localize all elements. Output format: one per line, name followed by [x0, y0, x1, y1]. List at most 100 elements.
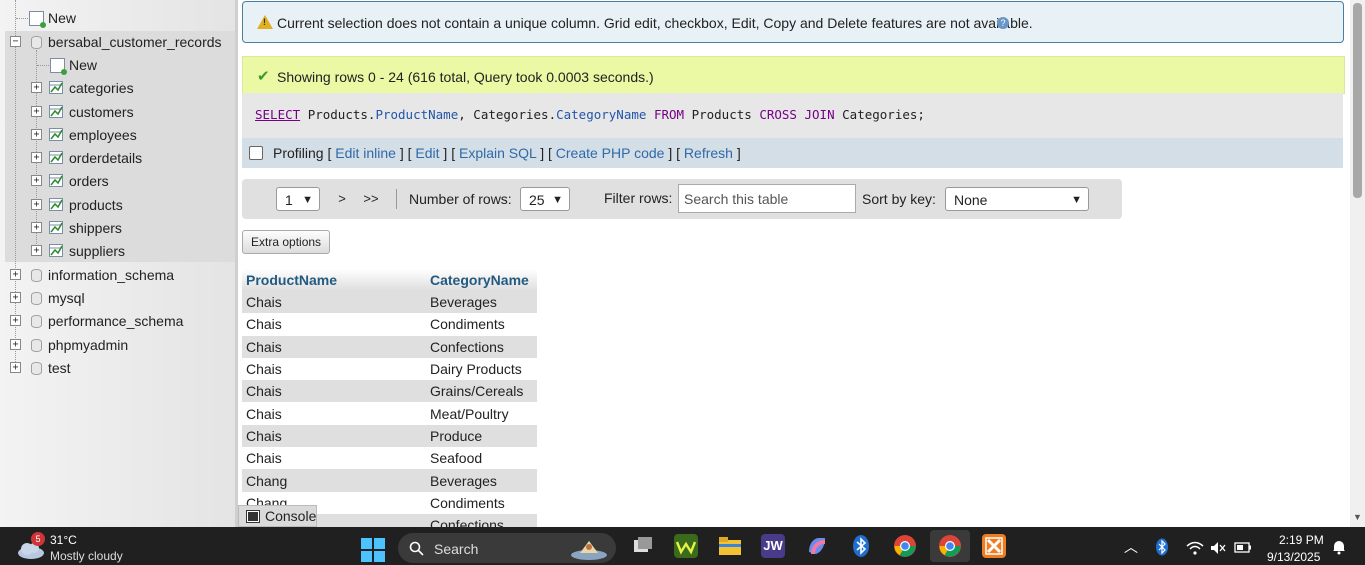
explain-sql-link[interactable]: Explain SQL	[459, 145, 536, 161]
notifications-icon[interactable]	[1331, 539, 1347, 555]
tree-item-table-orderdetails[interactable]: + orderdetails	[0, 147, 235, 169]
xampp-icon[interactable]	[982, 534, 1006, 558]
expand-icon[interactable]: +	[31, 175, 42, 186]
expand-icon[interactable]: +	[10, 339, 21, 350]
tree-item-table-products[interactable]: + products	[0, 194, 235, 216]
filter-rows-input[interactable]	[678, 184, 856, 213]
tree-item-database-mysql[interactable]: + mysql	[0, 287, 235, 309]
help-icon[interactable]: ?	[997, 17, 1009, 29]
tree-item-label: shippers	[69, 220, 122, 236]
battery-icon[interactable]	[1234, 541, 1252, 554]
edit-link[interactable]: Edit	[415, 145, 439, 161]
scroll-down-icon[interactable]: ▼	[1353, 512, 1362, 522]
expand-icon[interactable]: +	[31, 222, 42, 233]
tree-item-table-orders[interactable]: + orders	[0, 170, 235, 192]
taskbar-search[interactable]: Search	[398, 533, 616, 563]
table-cell: Chais	[246, 450, 282, 467]
file-explorer-icon[interactable]	[718, 534, 742, 558]
tree-item-label: phpmyadmin	[48, 337, 129, 353]
extra-options-button[interactable]: Extra options	[242, 230, 331, 254]
table-icon	[49, 128, 63, 141]
table-cell: Condiments	[430, 494, 505, 511]
tree-item-table-employees[interactable]: + employees	[0, 124, 235, 146]
tree-item-database-bersabal[interactable]: − bersabal_customer_records	[0, 31, 235, 53]
table-icon	[49, 174, 63, 187]
sql-keyword-cross: CROSS	[759, 107, 797, 122]
taskbar: 5 31°C Mostly cloudy Search JW ︿ 2:19 PM…	[0, 527, 1365, 565]
expand-icon[interactable]: +	[10, 315, 21, 326]
create-php-code-link[interactable]: Create PHP code	[556, 145, 665, 161]
expand-icon[interactable]: +	[31, 199, 42, 210]
weather-description[interactable]: Mostly cloudy	[50, 549, 123, 563]
table-row: Chais Meat/Poultry	[242, 402, 537, 424]
navigation-tree: New − bersabal_customer_records New + ca…	[0, 0, 235, 527]
copilot-icon[interactable]	[805, 534, 829, 558]
sql-table: Categories	[473, 107, 549, 122]
clock-time[interactable]: 2:19 PM	[1279, 533, 1324, 547]
next-page-button[interactable]: >	[330, 186, 354, 212]
chrome-icon[interactable]	[893, 534, 917, 558]
sql-table: Products	[691, 107, 752, 122]
expand-icon[interactable]: +	[31, 152, 42, 163]
expand-icon[interactable]: +	[31, 82, 42, 93]
console-icon	[246, 510, 260, 523]
page-select[interactable]: 1 ▼	[276, 187, 320, 211]
tree-item-table-suppliers[interactable]: + suppliers	[0, 240, 235, 262]
database-icon	[31, 36, 42, 49]
warning-text: Current selection does not contain a uni…	[277, 15, 1033, 31]
sort-key-select[interactable]: None ▼	[945, 187, 1089, 211]
expand-icon[interactable]: +	[31, 106, 42, 117]
column-header-productname[interactable]: ProductName	[242, 269, 426, 291]
tree-item-database-information-schema[interactable]: + information_schema	[0, 264, 235, 286]
expand-icon[interactable]: +	[10, 362, 21, 373]
tree-item-table-new[interactable]: New	[0, 54, 235, 76]
table-cell: Grains/Cereals	[426, 380, 537, 403]
chrome-profile-icon[interactable]	[930, 530, 970, 562]
wamp-icon[interactable]	[674, 534, 698, 558]
table-row: Chais Seafood	[242, 447, 537, 469]
tree-item-table-shippers[interactable]: + shippers	[0, 217, 235, 239]
weather-badge: 5	[31, 532, 45, 546]
console-toggle[interactable]: Console	[238, 505, 317, 527]
tree-item-new[interactable]: New	[0, 7, 235, 29]
collapse-icon[interactable]: −	[10, 36, 21, 47]
search-label: Search	[434, 541, 479, 557]
sql-keyword-select[interactable]: SELECT	[255, 107, 300, 122]
clock-date[interactable]: 9/13/2025	[1267, 550, 1320, 564]
tree-item-label: products	[69, 197, 123, 213]
expand-icon[interactable]: +	[10, 292, 21, 303]
rows-select[interactable]: 25 ▼	[520, 187, 570, 211]
windows-start-icon[interactable]	[361, 538, 385, 562]
edit-inline-link[interactable]: Edit inline	[335, 145, 396, 161]
expand-icon[interactable]: +	[31, 245, 42, 256]
table-icon	[49, 198, 63, 211]
expand-icon[interactable]: +	[31, 129, 42, 140]
jw-icon[interactable]: JW	[761, 534, 785, 558]
table-cell: Seafood	[430, 450, 483, 467]
column-header-categoryname[interactable]: CategoryName	[426, 269, 537, 291]
expand-icon[interactable]: +	[10, 269, 21, 280]
bluetooth-tray-icon[interactable]	[1155, 538, 1169, 556]
volume-muted-icon[interactable]	[1210, 541, 1226, 555]
table-cell: Confections	[426, 513, 537, 527]
sql-query-box: SELECT Products.ProductName, Categories.…	[242, 93, 1343, 138]
profiling-checkbox[interactable]	[249, 146, 263, 160]
wifi-icon[interactable]	[1186, 541, 1204, 555]
search-highlight-icon	[571, 541, 607, 560]
weather-temperature[interactable]: 31°C	[50, 533, 77, 547]
bluetooth-icon[interactable]	[849, 534, 873, 558]
scrollbar-thumb[interactable]	[1353, 3, 1362, 198]
table-row: Chais Condiments	[242, 313, 537, 335]
tree-item-label: customers	[69, 104, 134, 120]
tree-item-table-customers[interactable]: + customers	[0, 101, 235, 123]
tree-item-database-performance-schema[interactable]: + performance_schema	[0, 310, 235, 332]
tree-item-database-test[interactable]: + test	[0, 357, 235, 379]
chevron-up-icon[interactable]: ︿	[1124, 537, 1138, 557]
refresh-link[interactable]: Refresh	[684, 145, 733, 161]
table-row: Chais Confections	[242, 335, 537, 358]
tree-item-database-phpmyadmin[interactable]: + phpmyadmin	[0, 334, 235, 356]
vertical-scrollbar[interactable]: ▼	[1350, 0, 1365, 527]
task-view-icon[interactable]	[630, 534, 654, 558]
last-page-button[interactable]: >>	[358, 186, 384, 212]
tree-item-table-categories[interactable]: + categories	[0, 77, 235, 99]
